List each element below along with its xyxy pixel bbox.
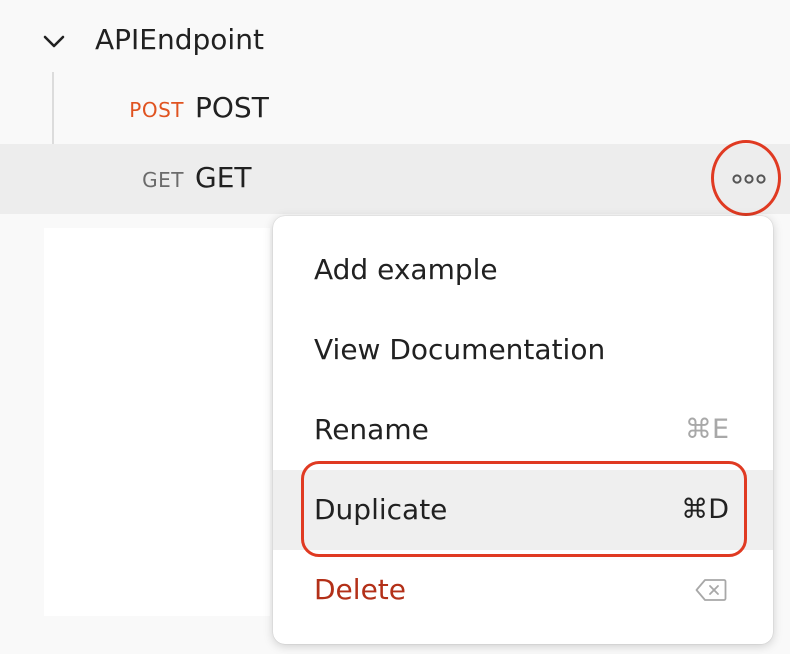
menu-item-label: Duplicate — [314, 493, 448, 526]
backspace-icon — [695, 579, 727, 601]
method-badge-get: GET — [142, 168, 184, 192]
more-actions-button[interactable] — [711, 140, 781, 216]
menu-item-view-documentation[interactable]: View Documentation — [273, 310, 773, 390]
context-menu: Add example View Documentation Rename ⌘E… — [273, 216, 773, 644]
menu-item-label: View Documentation — [314, 333, 606, 366]
obscured-panel — [44, 228, 270, 616]
folder-name: APIEndpoint — [95, 23, 264, 56]
more-horizontal-icon[interactable] — [732, 174, 766, 184]
menu-item-label: Delete — [314, 573, 406, 606]
request-item-post[interactable]: POST POST — [0, 74, 790, 144]
request-name: POST — [195, 91, 269, 124]
menu-item-rename[interactable]: Rename ⌘E — [273, 390, 773, 470]
chevron-down-icon[interactable] — [40, 27, 68, 55]
menu-item-label: Rename — [314, 413, 429, 446]
collection-sidebar: APIEndpoint POST POST GET GET Add exampl… — [0, 0, 790, 654]
shortcut-hint: ⌘D — [681, 494, 729, 525]
method-badge-post: POST — [129, 98, 184, 122]
menu-item-duplicate[interactable]: Duplicate ⌘D — [273, 470, 773, 550]
shortcut-hint: ⌘E — [684, 414, 729, 445]
request-name: GET — [195, 161, 252, 194]
request-item-get[interactable]: GET GET — [0, 144, 790, 214]
menu-item-label: Add example — [314, 253, 498, 286]
menu-item-add-example[interactable]: Add example — [273, 230, 773, 310]
menu-item-delete[interactable]: Delete — [273, 550, 773, 630]
folder-row[interactable]: APIEndpoint — [0, 0, 790, 72]
